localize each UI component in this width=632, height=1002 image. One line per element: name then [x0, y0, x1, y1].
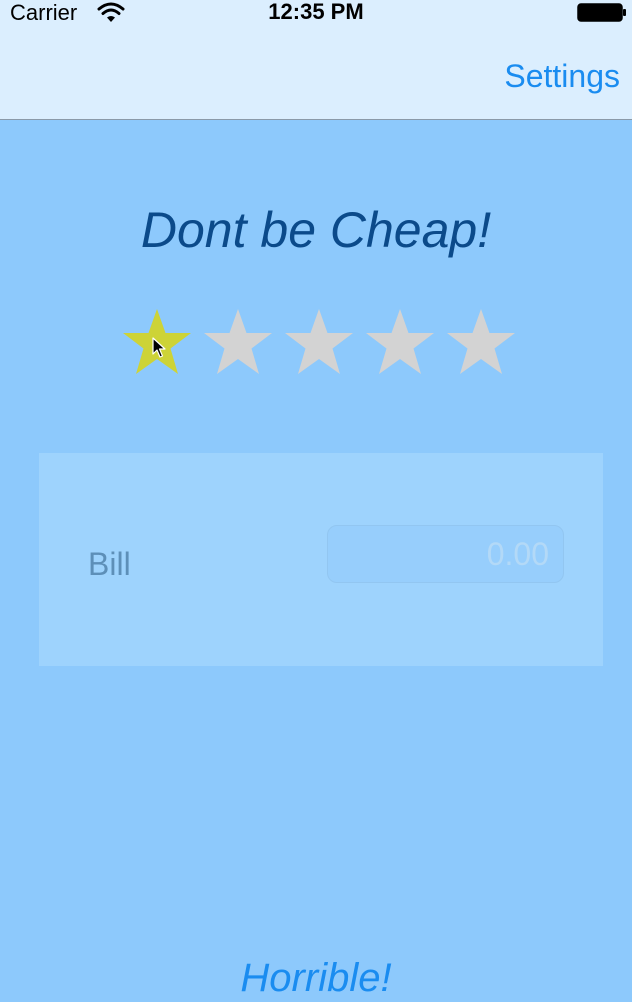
- battery-icon: [577, 3, 627, 22]
- page-title: Dont be Cheap!: [140, 202, 492, 258]
- rating-description: Horrible!: [240, 956, 392, 1000]
- settings-button[interactable]: Settings: [504, 56, 620, 96]
- star-icon[interactable]: [446, 308, 516, 378]
- star-icon[interactable]: [284, 308, 354, 378]
- mouse-cursor-icon: [152, 337, 166, 359]
- star-icon[interactable]: [203, 308, 273, 378]
- star-rating[interactable]: [122, 308, 522, 380]
- navigation-bar: Settings: [0, 40, 632, 120]
- star-icon[interactable]: [365, 308, 435, 378]
- bill-label: Bill: [88, 546, 131, 582]
- bill-input[interactable]: [327, 525, 564, 583]
- status-bar: Carrier 12:35 PM: [0, 0, 632, 40]
- clock-time: 12:35 PM: [268, 0, 364, 24]
- bill-card: Bill: [39, 453, 603, 666]
